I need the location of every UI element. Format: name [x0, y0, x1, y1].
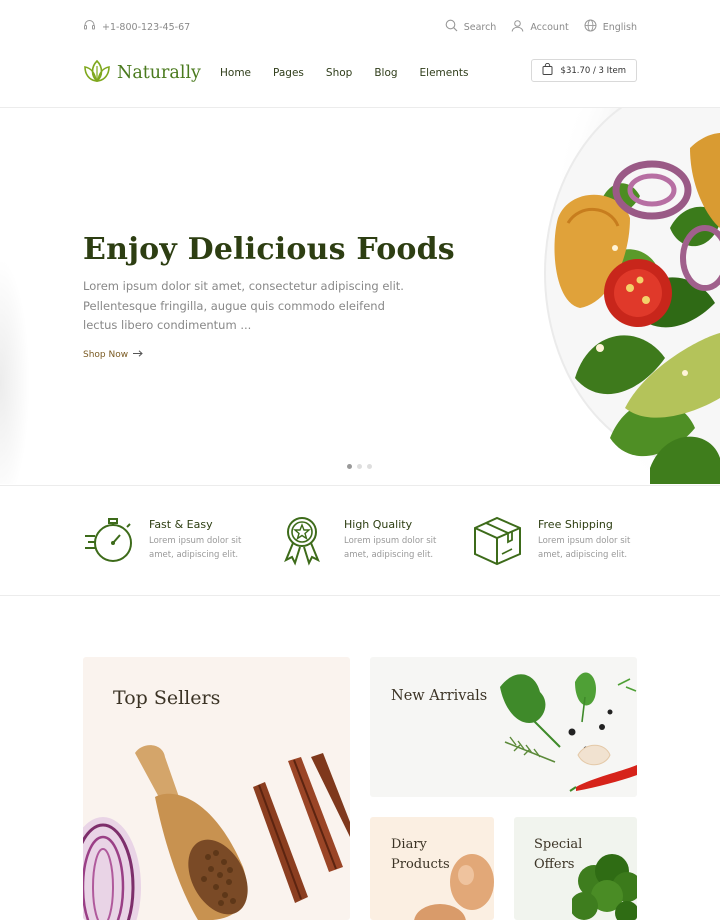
headset-icon: [83, 19, 96, 35]
card-new-arrivals[interactable]: New Arrivals: [370, 657, 637, 797]
delivery-box-icon: [472, 514, 524, 570]
salad-plate-image: [520, 108, 720, 484]
nav-blog[interactable]: Blog: [374, 67, 397, 79]
feature-description: Lorem ipsum dolor sit amet, adipiscing e…: [344, 536, 437, 560]
arrow-right-icon: [133, 350, 143, 360]
language-selector[interactable]: English: [584, 19, 637, 35]
card-title: Top Sellers: [113, 687, 221, 709]
top-bar: +1-800-123-45-67 Search Account English: [0, 0, 720, 54]
leaf-logo-icon: [83, 59, 111, 87]
account-link[interactable]: Account: [511, 19, 569, 35]
account-label: Account: [530, 21, 569, 33]
hero-description: Lorem ipsum dolor sit amet, consectetur …: [83, 277, 404, 336]
slider-dot[interactable]: [347, 464, 352, 469]
nav-home[interactable]: Home: [220, 67, 251, 79]
cart-summary: $31.70 / 3 Item: [560, 65, 626, 76]
search-label: Search: [463, 21, 497, 33]
feature-high-quality: High Quality Lorem ipsum dolor sit amet,…: [278, 514, 439, 570]
hero-title: Enjoy Delicious Foods: [83, 232, 455, 267]
hero-shadow: [0, 258, 30, 484]
phone-number: +1-800-123-45-67: [102, 21, 191, 33]
feature-fast-easy: Fast & Easy Lorem ipsum dolor sit amet, …: [83, 514, 244, 570]
card-title: New Arrivals: [391, 688, 488, 704]
slider-dot[interactable]: [367, 464, 372, 469]
card-special-offers[interactable]: Special Offers: [514, 817, 637, 920]
feature-title: Fast & Easy: [149, 518, 213, 531]
feature-title: Free Shipping: [538, 518, 613, 531]
language-label: English: [602, 21, 637, 33]
nav-elements[interactable]: Elements: [420, 67, 469, 79]
hero-description-line: Lorem ipsum dolor sit amet, consectetur …: [83, 279, 404, 293]
slider-dot[interactable]: [357, 464, 362, 469]
feature-description: Lorem ipsum dolor sit amet, adipiscing e…: [149, 536, 242, 560]
spices-image: [83, 745, 350, 920]
award-badge-icon: [278, 514, 330, 570]
hero-slider: Enjoy Delicious Foods Lorem ipsum dolor …: [0, 108, 720, 484]
hero-description-line: Pellentesque fringilla, augue quis commo…: [83, 298, 385, 313]
shopping-bag-icon: [542, 62, 553, 78]
broccoli-image: [572, 854, 637, 920]
logo-text: Naturally: [117, 63, 201, 83]
cart-button[interactable]: $31.70 / 3 Item: [530, 59, 637, 82]
main-nav: Home Pages Shop Blog Elements: [220, 67, 469, 79]
feature-free-shipping: Free Shipping Lorem ipsum dolor sit amet…: [472, 514, 633, 570]
slider-dots: [347, 464, 372, 469]
globe-icon: [584, 19, 597, 35]
shop-now-label: Shop Now: [83, 350, 129, 360]
hero-description-line: lectus libero condimentum ...: [83, 318, 252, 332]
phone-contact[interactable]: +1-800-123-45-67: [83, 19, 190, 35]
feature-description: Lorem ipsum dolor sit amet, adipiscing e…: [538, 536, 631, 560]
features-strip: Fast & Easy Lorem ipsum dolor sit amet, …: [0, 485, 720, 596]
user-icon: [511, 19, 524, 35]
search-icon: [445, 19, 458, 35]
nav-pages[interactable]: Pages: [273, 67, 304, 79]
eggs-image: [414, 854, 494, 920]
main-header: Naturally Home Pages Shop Blog Elements …: [0, 54, 720, 108]
logo[interactable]: Naturally: [83, 59, 201, 87]
shop-now-link[interactable]: Shop Now: [83, 350, 143, 360]
card-diary-products[interactable]: Diary Products: [370, 817, 494, 920]
stopwatch-icon: [83, 514, 135, 570]
nav-shop[interactable]: Shop: [326, 67, 352, 79]
search-link[interactable]: Search: [445, 19, 497, 35]
feature-title: High Quality: [344, 518, 413, 531]
herbs-image: [500, 672, 637, 792]
card-top-sellers[interactable]: Top Sellers: [83, 657, 350, 920]
